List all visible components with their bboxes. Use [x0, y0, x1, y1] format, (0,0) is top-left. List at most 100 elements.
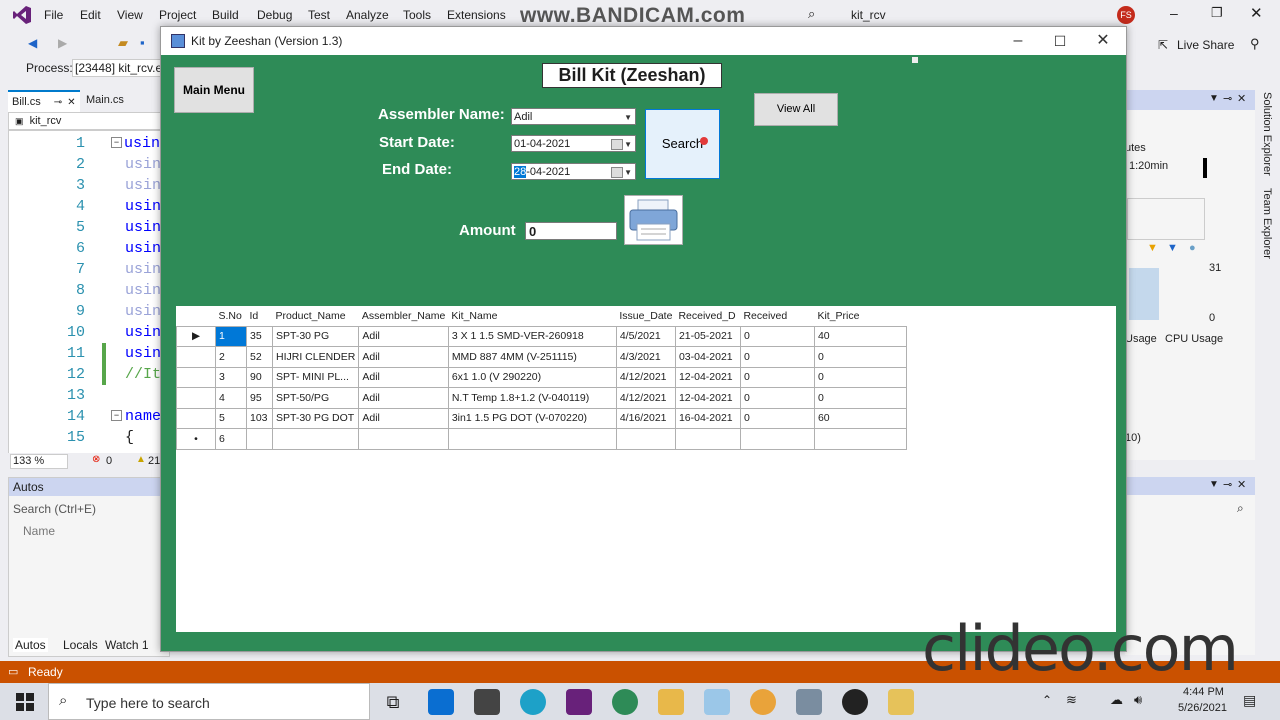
tab-solution-explorer[interactable]: Solution Explorer — [1261, 92, 1273, 176]
print-button[interactable] — [624, 195, 683, 245]
table-cell[interactable]: Adil — [358, 407, 449, 429]
close-tab-icon[interactable]: ✕ — [67, 97, 75, 108]
tab-main-design[interactable]: Main.cs [Design — [82, 90, 166, 110]
app-icon[interactable] — [612, 689, 638, 715]
table-cell[interactable]: 3in1 1.5 PG DOT (V-070220) — [447, 407, 617, 429]
table-row[interactable]: 2 52 HIJRI CLENDER Adil MMD 887 4MM (V-2… — [176, 346, 907, 368]
restore-icon[interactable]: ❐ — [1211, 5, 1223, 21]
column-header-received-date[interactable]: Received_D — [675, 306, 741, 327]
column-header-id[interactable]: Id — [246, 306, 273, 327]
table-cell[interactable]: 16-04-2021 — [674, 407, 741, 429]
table-cell[interactable]: 21-05-2021 — [674, 325, 741, 347]
table-cell[interactable]: Adil — [358, 387, 449, 409]
menu-view[interactable]: View — [117, 8, 143, 22]
app-icon[interactable] — [796, 689, 822, 715]
close-icon[interactable]: ✕ — [1093, 31, 1113, 51]
row-header[interactable] — [176, 346, 216, 368]
taskbar-date[interactable]: 5/26/2021 — [1178, 702, 1227, 714]
chrome-icon[interactable] — [750, 689, 776, 715]
save-icon[interactable]: ▪ — [140, 35, 145, 50]
new-row-indicator-icon[interactable]: • — [176, 428, 216, 450]
table-cell[interactable] — [739, 428, 815, 450]
warning-count[interactable]: 21 — [148, 455, 160, 467]
table-cell[interactable]: 4/16/2021 — [615, 407, 676, 429]
pin-icon[interactable]: ⊸ — [54, 97, 62, 108]
table-cell[interactable]: 0 — [739, 346, 815, 368]
close-icon[interactable]: ✕ — [1237, 92, 1246, 105]
table-cell[interactable]: 52 — [246, 346, 273, 368]
table-cell[interactable]: SPT-50/PG — [271, 387, 360, 409]
bill-data-grid[interactable]: S.No Id Product_Name Assembler_Name Kit_… — [176, 306, 1116, 632]
tab-bill-cs[interactable]: Bill.cs ⊸ ✕ — [8, 90, 80, 112]
column-header-product-name[interactable]: Product_Name — [272, 306, 359, 327]
column-header-issue-date[interactable]: Issue_Date — [616, 306, 676, 327]
table-cell[interactable]: 0 — [813, 366, 907, 388]
nav-dropdown[interactable]: ▣ kit_rcv — [8, 112, 164, 130]
table-cell[interactable]: 3 — [215, 366, 247, 388]
table-cell[interactable]: 0 — [813, 346, 907, 368]
table-cell[interactable] — [813, 428, 907, 450]
table-cell[interactable]: Adil — [358, 325, 449, 347]
table-cell[interactable] — [246, 428, 273, 450]
feedback-icon[interactable]: ⚲ — [1250, 36, 1260, 52]
file-explorer-icon[interactable] — [658, 689, 684, 715]
collapse-icon[interactable]: − — [111, 137, 122, 148]
store-icon[interactable] — [474, 689, 500, 715]
table-cell[interactable]: 0 — [739, 387, 815, 409]
zoom-dropdown[interactable]: 133 % — [10, 454, 68, 469]
forward-icon[interactable]: ▶ — [58, 36, 67, 50]
column-header-kit-name[interactable]: Kit_Name — [448, 306, 617, 327]
table-cell[interactable]: 6 — [215, 428, 247, 450]
menu-debug[interactable]: Debug — [257, 8, 292, 22]
table-cell[interactable] — [271, 428, 360, 450]
row-header[interactable] — [176, 407, 216, 429]
column-header-sno[interactable]: S.No — [215, 306, 247, 327]
table-cell[interactable]: 90 — [246, 366, 273, 388]
table-cell[interactable]: Adil — [358, 346, 449, 368]
table-cell[interactable]: SPT- MINI PL... — [271, 366, 360, 388]
main-menu-button[interactable]: Main Menu — [174, 67, 254, 113]
live-share-icon[interactable]: ⇱ — [1158, 38, 1168, 52]
assembler-name-dropdown[interactable]: Adil ▼ — [511, 108, 636, 125]
task-view-icon[interactable]: ⧉ — [380, 689, 406, 715]
table-cell[interactable]: 60 — [813, 407, 907, 429]
dropdown-icon[interactable]: ▼ — [1209, 93, 1219, 104]
table-cell[interactable]: 0 — [739, 366, 815, 388]
menu-build[interactable]: Build — [212, 8, 239, 22]
notifications-icon[interactable]: ▤ — [1243, 692, 1256, 709]
table-cell[interactable]: SPT-30 PG — [271, 325, 360, 347]
table-cell[interactable]: 2 — [215, 346, 247, 368]
table-row[interactable]: 5 103 SPT-30 PG DOT Adil 3in1 1.5 PG DOT… — [176, 407, 907, 429]
windows-start-icon[interactable] — [16, 693, 34, 711]
column-header-kit-price[interactable]: Kit_Price — [814, 306, 907, 327]
table-cell[interactable] — [447, 428, 617, 450]
table-cell[interactable]: MMD 887 4MM (V-251115) — [447, 346, 617, 368]
table-cell[interactable]: SPT-30 PG DOT — [271, 407, 360, 429]
table-cell[interactable]: 0 — [739, 407, 815, 429]
table-cell[interactable]: N.T Temp 1.8+1.2 (V-040119) — [447, 387, 617, 409]
wifi-icon[interactable]: ≋ — [1066, 692, 1077, 708]
tab-team-explorer[interactable]: Team Explorer — [1261, 188, 1273, 259]
table-row[interactable]: 3 90 SPT- MINI PL... Adil 6x1 1.0 (V 290… — [176, 366, 907, 388]
tab-autos[interactable]: Autos — [13, 638, 48, 652]
table-cell[interactable]: 4 — [215, 387, 247, 409]
row-header[interactable] — [176, 366, 216, 388]
table-cell[interactable]: 03-04-2021 — [674, 346, 741, 368]
column-header-assembler-name[interactable]: Assembler_Name — [358, 306, 449, 327]
minimize-icon[interactable]: – — [1008, 31, 1028, 51]
mail-icon[interactable] — [428, 689, 454, 715]
volume-icon[interactable]: 🔊︎ — [1134, 692, 1142, 708]
app-icon[interactable] — [704, 689, 730, 715]
amount-field[interactable]: 0 — [525, 222, 617, 240]
timeline-marker[interactable] — [1203, 158, 1207, 178]
table-cell[interactable]: 103 — [246, 407, 273, 429]
tab-cpu-usage[interactable]: CPU Usage — [1165, 333, 1223, 345]
bandicam-icon[interactable] — [842, 689, 868, 715]
app-icon[interactable] — [888, 689, 914, 715]
table-cell[interactable]: 4/12/2021 — [615, 366, 676, 388]
current-row-indicator-icon[interactable]: ▶ — [176, 325, 216, 347]
table-cell[interactable] — [358, 428, 449, 450]
pin-icon[interactable]: ⊸ — [1223, 92, 1232, 105]
back-icon[interactable]: ◀ — [28, 36, 37, 50]
window-titlebar[interactable]: Kit by Zeeshan (Version 1.3) – ☐ ✕ — [161, 27, 1126, 55]
